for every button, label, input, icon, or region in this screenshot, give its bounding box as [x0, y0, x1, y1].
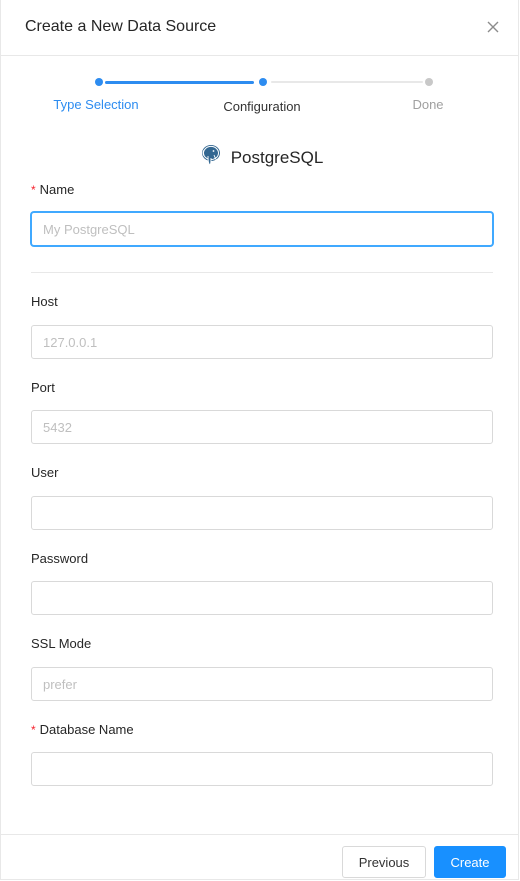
user-label: User	[31, 465, 59, 480]
host-label: Host	[31, 294, 58, 309]
step-connector-pending	[271, 81, 423, 83]
name-input[interactable]	[31, 212, 493, 246]
datasource-type-heading: PostgreSQL	[1, 143, 520, 172]
user-input[interactable]	[31, 496, 493, 530]
dialog-footer: Previous Create	[1, 834, 518, 881]
step-dot-type-selection	[95, 78, 103, 86]
dialog-title: Create a New Data Source	[25, 18, 217, 35]
step-label-done: Done	[412, 97, 444, 112]
step-dot-done	[425, 78, 433, 86]
wizard-steps: Type Selection Configuration Done	[1, 70, 520, 120]
database-name-label: * Database Name	[31, 722, 134, 737]
dialog-header: Create a New Data Source	[1, 0, 518, 56]
ssl-mode-input[interactable]	[31, 667, 493, 701]
port-input[interactable]	[31, 410, 493, 444]
close-icon[interactable]	[484, 18, 502, 36]
step-label-configuration: Configuration	[223, 99, 301, 114]
password-label: Password	[31, 551, 89, 566]
name-label: * Name	[31, 182, 75, 197]
postgresql-elephant-icon	[199, 143, 223, 172]
datasource-type-name: PostgreSQL	[230, 147, 324, 167]
required-marker: *	[31, 183, 36, 197]
form-divider	[31, 272, 493, 273]
step-label-type-selection[interactable]: Type Selection	[53, 97, 138, 112]
previous-button[interactable]: Previous	[342, 846, 426, 878]
step-dot-configuration	[259, 78, 267, 86]
host-input[interactable]	[31, 325, 493, 359]
password-input[interactable]	[31, 581, 493, 615]
create-button[interactable]: Create	[434, 846, 506, 878]
create-data-source-dialog: Create a New Data Source Type Selection …	[0, 0, 519, 880]
step-connector-done	[105, 81, 254, 84]
required-marker: *	[31, 723, 36, 737]
ssl-mode-label: SSL Mode	[31, 636, 92, 651]
database-name-input[interactable]	[31, 752, 493, 786]
port-label: Port	[31, 380, 55, 395]
